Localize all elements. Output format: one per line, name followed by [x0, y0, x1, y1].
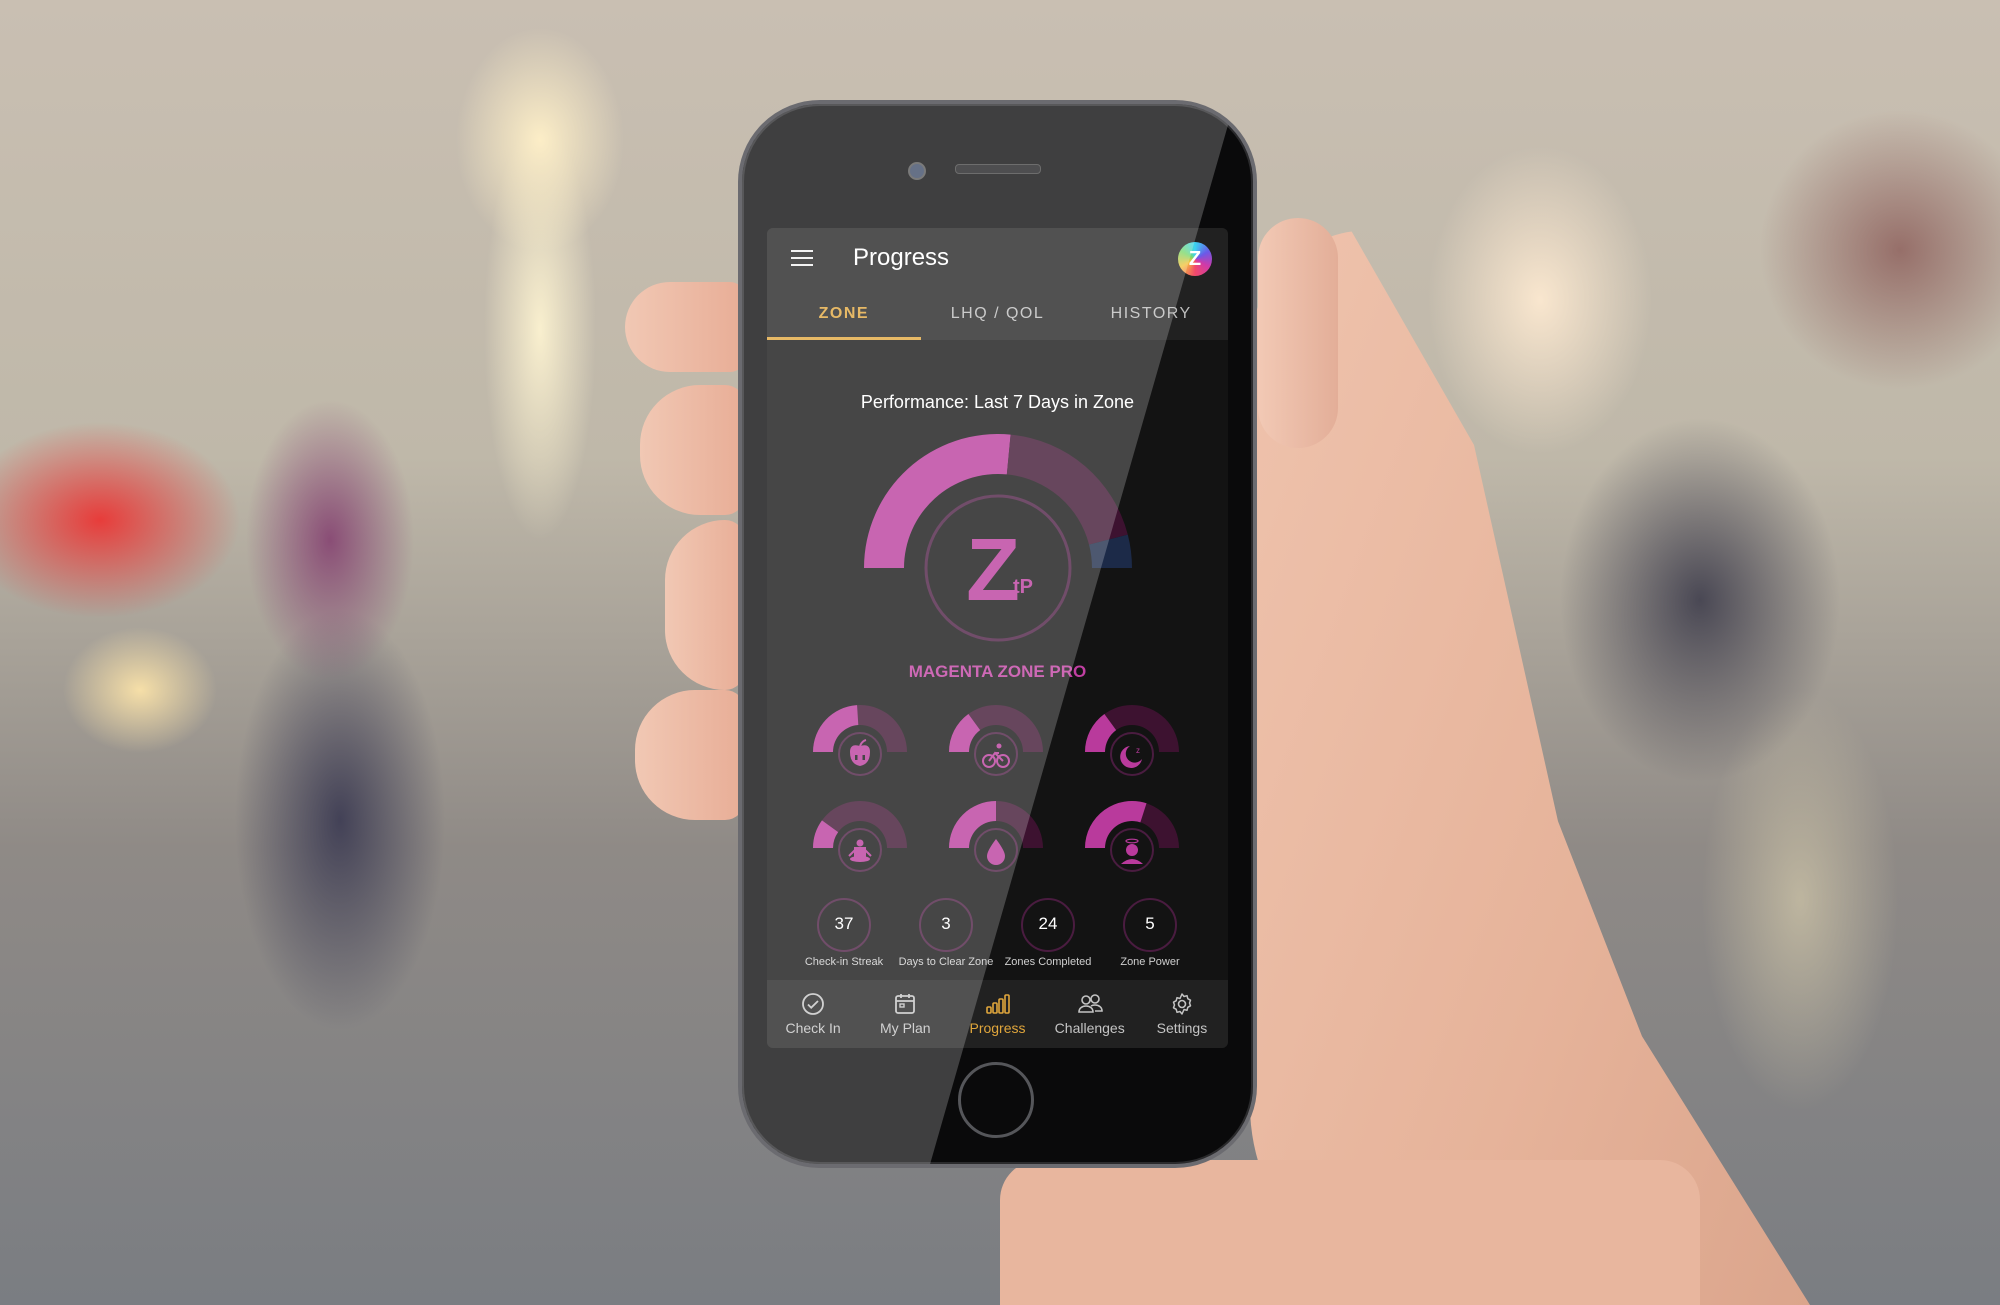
category-gauge-exercise[interactable] — [949, 705, 1043, 776]
svg-text:Z: Z — [966, 520, 1020, 619]
finger-4 — [635, 690, 745, 820]
nav-label: My Plan — [880, 1020, 931, 1036]
category-gauge-wellbeing[interactable] — [1085, 801, 1179, 872]
stat-value-days-to-clear: 3 — [941, 914, 951, 933]
palm-lower — [1000, 1160, 1700, 1305]
nav-my-plan[interactable]: My Plan — [859, 980, 951, 1048]
finger-1 — [625, 282, 745, 372]
stat-label-zones-completed: Zones Completed — [1004, 956, 1092, 968]
category-gauge-mindfulness[interactable] — [813, 801, 907, 872]
nav-label: Progress — [969, 1020, 1026, 1036]
nav-settings[interactable]: Settings — [1136, 980, 1228, 1048]
bottom-nav: Check In My Plan Progress Challenges Set… — [767, 980, 1228, 1048]
check-circle-icon — [802, 993, 824, 1015]
thumb — [1258, 218, 1338, 448]
icon-ring — [1110, 732, 1154, 776]
people-icon — [1077, 994, 1103, 1013]
nav-progress[interactable]: Progress — [951, 980, 1043, 1048]
category-gauge-nutrition[interactable] — [813, 705, 907, 776]
stat-label-checkin-streak: Check-in Streak — [804, 956, 884, 968]
stat-value-zone-power: 5 — [1145, 914, 1155, 933]
svg-text:tP: tP — [1013, 576, 1033, 598]
stat-value-checkin-streak: 37 — [834, 914, 854, 933]
front-camera — [908, 162, 926, 180]
category-gauge-hydration[interactable] — [949, 801, 1043, 872]
gear-icon — [1172, 993, 1192, 1015]
finger-3 — [665, 520, 745, 690]
finger-2 — [640, 385, 745, 515]
bar-chart-icon — [985, 994, 1010, 1014]
nav-label: Settings — [1156, 1020, 1208, 1036]
category-gauges: z — [813, 705, 1179, 872]
svg-text:z: z — [1136, 746, 1140, 755]
stat-rings — [817, 898, 1177, 952]
stat-label-zone-power: Zone Power — [1120, 956, 1180, 968]
category-gauge-sleep[interactable]: z — [1085, 705, 1179, 776]
zone-name: MAGENTA ZONE PRO — [908, 662, 1087, 681]
nav-check-in[interactable]: Check In — [767, 980, 859, 1048]
nav-label: Check In — [785, 1020, 841, 1036]
stat-value-zones-completed: 24 — [1038, 914, 1058, 933]
app-screen: Progress Z ZONE LHQ / QOL HISTORY Perfor… — [767, 228, 1228, 1048]
stat-label-days-to-clear: Days to Clear Zone — [898, 956, 994, 968]
calendar-icon — [895, 994, 916, 1014]
gauge-segment-dark-magenta — [1006, 434, 1128, 545]
nav-challenges[interactable]: Challenges — [1044, 980, 1136, 1048]
home-button[interactable] — [958, 1062, 1034, 1138]
earpiece-speaker — [955, 164, 1041, 174]
nav-label: Challenges — [1054, 1020, 1125, 1036]
zup-logo-icon: Z tP — [966, 520, 1033, 619]
